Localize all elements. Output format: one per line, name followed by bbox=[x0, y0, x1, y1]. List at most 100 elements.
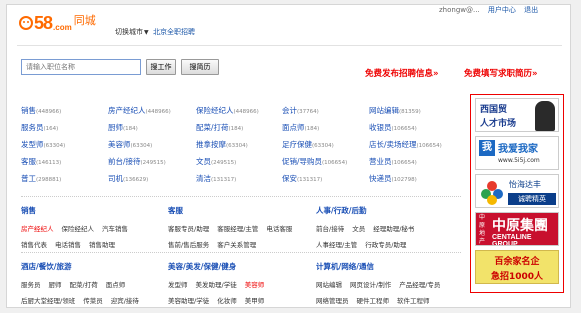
category-job-link[interactable]: 网站编辑 bbox=[316, 281, 342, 289]
category-job-link[interactable]: 配菜/打荷 bbox=[70, 281, 98, 289]
hot-job-link[interactable]: 配菜/打荷(184) bbox=[196, 122, 282, 133]
hot-job-link[interactable]: 促销/导购员(106654) bbox=[282, 156, 369, 167]
category-job-link[interactable]: 售前/售后服务 bbox=[168, 241, 209, 249]
flower-logo-icon bbox=[481, 181, 503, 205]
hot-job-title: 厨师 bbox=[108, 123, 123, 132]
category-job-link[interactable]: 面点师 bbox=[106, 281, 126, 289]
post-job-link[interactable]: 免费发布招聘信息» bbox=[365, 67, 439, 79]
category-job-link[interactable]: 后厨大堂经理/领班 bbox=[21, 297, 75, 305]
category-job-link[interactable]: 迎宾/接待 bbox=[111, 297, 139, 305]
category-job-link[interactable]: 产品经理/专员 bbox=[399, 281, 440, 289]
hot-job-link[interactable]: 美容师(63304) bbox=[108, 139, 196, 150]
hot-job-link[interactable]: 面点师(184) bbox=[282, 122, 369, 133]
hot-job-link[interactable]: 服务员(164) bbox=[21, 122, 108, 133]
category-title[interactable]: 美容/美发/保健/健身 bbox=[168, 261, 272, 272]
hot-job-title: 配菜/打荷 bbox=[196, 123, 229, 132]
city-name-link[interactable]: 北京全职招聘 bbox=[153, 27, 195, 37]
hot-job-link[interactable]: 网站编辑(81359) bbox=[369, 105, 461, 116]
category-job-link[interactable]: 发型师 bbox=[168, 281, 188, 289]
hot-job-link[interactable]: 客服(146113) bbox=[21, 156, 108, 167]
category-job-link[interactable]: 客服专员/助理 bbox=[168, 225, 209, 233]
hot-job-link[interactable]: 会计(37764) bbox=[282, 105, 369, 116]
category-job-link[interactable]: 软件工程师 bbox=[397, 297, 430, 305]
category-job-link[interactable]: 客服经理/主管 bbox=[217, 225, 258, 233]
category-job-link[interactable]: 经理助理/秘书 bbox=[373, 225, 414, 233]
category-job-link[interactable]: 美发助理/学徒 bbox=[196, 281, 237, 289]
category-job-link[interactable]: 保险经纪人 bbox=[62, 225, 95, 233]
write-resume-link[interactable]: 免费填写求职简历» bbox=[464, 67, 538, 79]
category-job-link[interactable]: 厨师 bbox=[49, 281, 62, 289]
category-job-link[interactable]: 电话客服 bbox=[266, 225, 292, 233]
category-job-link[interactable]: 前台/接待 bbox=[316, 225, 344, 233]
hot-job-title: 文员 bbox=[196, 157, 211, 166]
job-search-input[interactable] bbox=[21, 59, 141, 75]
hot-job-title: 销售 bbox=[21, 106, 36, 115]
hot-job-title: 前台/接待 bbox=[108, 157, 141, 166]
hot-job-link[interactable]: 保险经纪人(448966) bbox=[196, 105, 282, 116]
hot-job-title: 保险经纪人 bbox=[196, 106, 234, 115]
ad-banner-xiguomao[interactable]: 西国贸 人才市场 bbox=[475, 98, 559, 132]
user-center-link[interactable]: 用户中心 bbox=[488, 6, 516, 14]
category-title[interactable]: 销售 bbox=[21, 205, 136, 216]
category-block: 美容/美发/保健/健身 发型师 美发助理/学徒 美容师美容助理/学徒 化妆师 美甲师 bbox=[168, 261, 272, 307]
category-job-link[interactable]: 人事经理/主管 bbox=[316, 241, 357, 249]
hot-job-title: 快递员 bbox=[369, 174, 392, 183]
category-job-link[interactable]: 电话销售 bbox=[55, 241, 81, 249]
hot-job-link[interactable]: 保安(131317) bbox=[282, 173, 369, 184]
hot-job-link[interactable]: 前台/接待(249515) bbox=[108, 156, 196, 167]
category-job-link[interactable]: 销售助理 bbox=[89, 241, 115, 249]
hot-job-link[interactable]: 店长/卖场经理(106654) bbox=[369, 139, 461, 150]
category-job-link[interactable]: 网络管理员 bbox=[316, 297, 349, 305]
hot-job-title: 营业员 bbox=[369, 157, 392, 166]
hot-job-link[interactable]: 文员(249515) bbox=[196, 156, 282, 167]
category-title[interactable]: 客服 bbox=[168, 205, 300, 216]
category-job-link[interactable]: 网页设计/制作 bbox=[350, 281, 391, 289]
hot-job-title: 普工 bbox=[21, 174, 36, 183]
category-job-link[interactable]: 服务员 bbox=[21, 281, 41, 289]
ad-banner-centaline[interactable]: 中原地产 中原集團 CENTALINE GROUP bbox=[475, 212, 559, 246]
find-resume-button[interactable]: 搜简历 bbox=[181, 59, 219, 75]
hot-job-count: (131317) bbox=[211, 177, 237, 183]
category-job-link[interactable]: 客户关系管理 bbox=[217, 241, 256, 249]
user-email: zhongw@... bbox=[439, 6, 482, 14]
hot-job-count: (184) bbox=[228, 126, 244, 132]
hot-job-link[interactable]: 司机(136629) bbox=[108, 173, 196, 184]
category-job-link[interactable]: 美容师 bbox=[245, 281, 265, 289]
hot-job-title: 服务员 bbox=[21, 123, 44, 132]
category-job-link[interactable]: 行政专员/助理 bbox=[365, 241, 406, 249]
category-job-link[interactable]: 化妆师 bbox=[217, 297, 237, 305]
category-job-link[interactable]: 美甲师 bbox=[245, 297, 265, 305]
hot-job-link[interactable]: 收银员(106654) bbox=[369, 122, 461, 133]
category-job-link[interactable]: 销售代表 bbox=[21, 241, 47, 249]
category-job-link[interactable]: 文员 bbox=[352, 225, 365, 233]
ad-banner-hiring[interactable]: 百余家名企 急招1000人 bbox=[475, 250, 559, 284]
hot-job-link[interactable]: 发型师(63304) bbox=[21, 139, 108, 150]
category-job-link[interactable]: 汽车销售 bbox=[102, 225, 128, 233]
category-job-link[interactable]: 传菜员 bbox=[83, 297, 103, 305]
user-box: zhongw@... 用户中心 退出 bbox=[439, 5, 544, 15]
hot-job-link[interactable]: 推拿按摩(63304) bbox=[196, 139, 282, 150]
category-job-link[interactable]: 美容助理/学徒 bbox=[168, 297, 209, 305]
hot-job-count: (63304) bbox=[312, 143, 334, 149]
ad-banner-5i5j[interactable]: 我 我爱我家 www.5i5j.com bbox=[475, 136, 559, 170]
category-job-link[interactable]: 房产经纪人 bbox=[21, 225, 54, 233]
hot-job-link[interactable]: 厨师(184) bbox=[108, 122, 196, 133]
hot-job-link[interactable]: 普工(298881) bbox=[21, 173, 108, 184]
city-switch-button[interactable]: 切换城市▼ bbox=[115, 27, 149, 37]
logout-link[interactable]: 退出 bbox=[524, 6, 538, 14]
ad-banner-yihai[interactable]: 怡海达丰 诚聘精英 bbox=[475, 174, 559, 208]
hot-job-link[interactable]: 清洁(131317) bbox=[196, 173, 282, 184]
hot-job-link[interactable]: 快递员(102798) bbox=[369, 173, 461, 184]
hot-job-link[interactable]: 房产经纪人(448966) bbox=[108, 105, 196, 116]
site-logo[interactable]: 58 .com 同城 bbox=[19, 11, 96, 35]
category-job-link[interactable]: 硬件工程师 bbox=[357, 297, 390, 305]
find-job-button[interactable]: 搜工作 bbox=[146, 59, 176, 75]
category-title[interactable]: 人事/行政/后勤 bbox=[316, 205, 422, 216]
hot-job-link[interactable]: 足疗保健(63304) bbox=[282, 139, 369, 150]
hot-job-link[interactable]: 销售(448966) bbox=[21, 105, 108, 116]
category-title[interactable]: 计算机/网络/通信 bbox=[316, 261, 448, 272]
category-title[interactable]: 酒店/餐饮/旅游 bbox=[21, 261, 147, 272]
hot-job-link[interactable]: 营业员(106654) bbox=[369, 156, 461, 167]
category-block: 人事/行政/后勤 前台/接待 文员 经理助理/秘书人事经理/主管 行政专员/助理 bbox=[316, 205, 422, 255]
hot-job-title: 足疗保健 bbox=[282, 140, 312, 149]
